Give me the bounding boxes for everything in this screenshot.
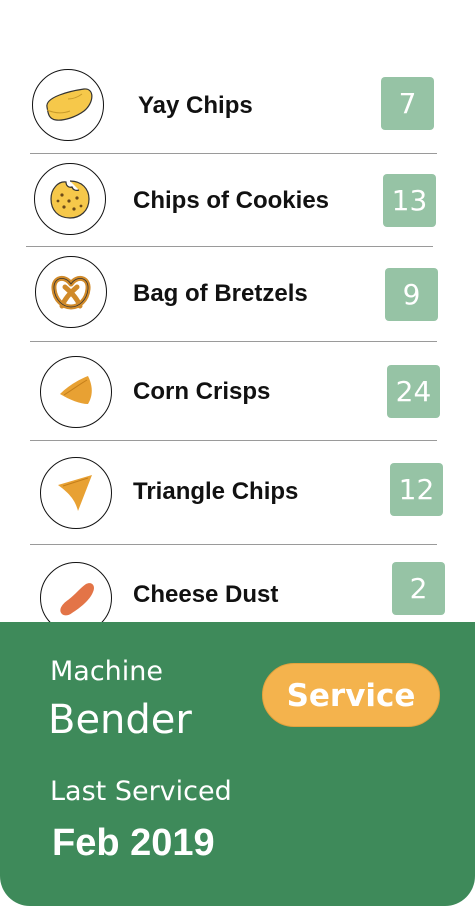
item-name: Chips of Cookies [133, 187, 330, 214]
cheese-puff-icon [60, 583, 95, 616]
item-name: Corn Crisps [133, 378, 271, 405]
item-name: Bag of Bretzels [133, 280, 308, 307]
cookie-icon [50, 180, 90, 219]
pretzel-icon [51, 275, 91, 310]
item-icon-circle [40, 457, 112, 529]
item-icon-circle [40, 356, 112, 428]
machine-label: Machine [50, 656, 164, 687]
count-badge: 13 [383, 174, 436, 227]
count-badge: 24 [387, 365, 440, 418]
service-button[interactable]: Service [262, 663, 440, 727]
corn-crisp-icon [60, 376, 92, 404]
count-badge: 7 [381, 77, 434, 130]
count-badge: 12 [390, 463, 443, 516]
list-item[interactable]: Chips of Cookies 13 [0, 150, 475, 250]
item-icon-circle [34, 163, 106, 235]
potato-chip-icon [46, 88, 93, 121]
count-badge: 2 [392, 562, 445, 615]
item-icon-circle [35, 256, 107, 328]
triangle-chip-icon [58, 475, 92, 511]
list-item[interactable]: Corn Crisps 24 [0, 338, 475, 438]
last-serviced-label: Last Serviced [50, 776, 232, 807]
item-name: Cheese Dust [133, 581, 279, 608]
last-serviced-value: Feb 2019 [52, 822, 215, 864]
item-icon-circle [32, 69, 104, 141]
machine-name: Bender [48, 697, 192, 743]
item-name: Triangle Chips [133, 478, 299, 505]
list-item[interactable]: Bag of Bretzels 9 [0, 243, 475, 343]
list-item[interactable]: Triangle Chips 12 [0, 437, 475, 537]
item-name: Yay Chips [138, 92, 253, 119]
vending-machine-screen: Yay Chips 7 Chips of Cookies 13 Bag of B… [0, 0, 475, 906]
count-badge: 9 [385, 268, 438, 321]
list-item[interactable]: Yay Chips 7 [0, 55, 475, 155]
machine-panel: Machine Bender Last Serviced Feb 2019 Se… [0, 622, 475, 906]
